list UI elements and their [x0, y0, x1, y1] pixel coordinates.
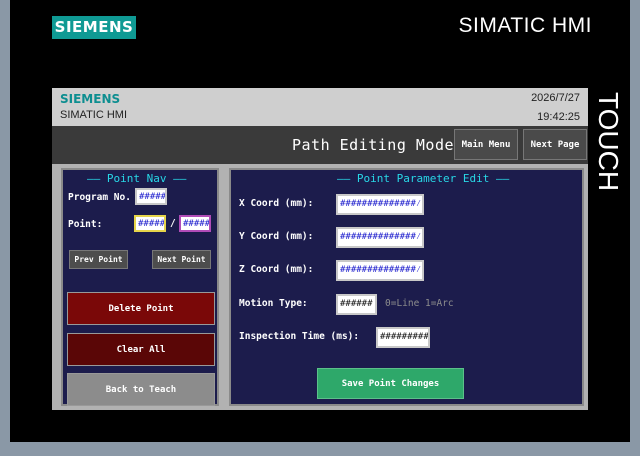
- main-menu-button[interactable]: Main Menu: [454, 129, 518, 160]
- header-product: SIMATIC HMI: [60, 109, 128, 121]
- point-nav-panel: —— Point Nav —— Program No. ##### Point:…: [61, 168, 219, 406]
- motion-type-label: Motion Type:: [239, 298, 308, 309]
- point-param-title: —— Point Parameter Edit ——: [337, 172, 510, 185]
- clear-all-button[interactable]: Clear All: [67, 333, 215, 366]
- back-to-teach-button[interactable]: Back to Teach: [67, 373, 215, 406]
- device-model-label: SIMATIC HMI: [458, 14, 592, 37]
- screen-header: SIEMENS SIMATIC HMI 2026/7/27 19:42:25: [52, 88, 588, 126]
- point-total-field[interactable]: #####: [179, 215, 211, 232]
- title-bar: Path Editing Mode Main Menu Next Page: [52, 126, 588, 164]
- point-separator: /: [170, 218, 176, 229]
- program-no-label: Program No.: [68, 192, 131, 203]
- x-coord-field[interactable]: ##############⁄: [336, 194, 424, 215]
- delete-point-button[interactable]: Delete Point: [67, 292, 215, 325]
- hmi-screen: SIEMENS SIMATIC HMI 2026/7/27 19:42:25 P…: [52, 88, 588, 410]
- y-coord-label: Y Coord (mm):: [239, 231, 314, 242]
- header-date: 2026/7/27: [531, 92, 580, 104]
- point-param-panel: —— Point Parameter Edit —— X Coord (mm):…: [229, 168, 584, 406]
- y-coord-field[interactable]: ##############⁄: [336, 227, 424, 248]
- inspection-time-label: Inspection Time (ms):: [239, 331, 360, 342]
- point-nav-title: —— Point Nav ——: [87, 172, 187, 185]
- next-point-button[interactable]: Next Point: [152, 250, 211, 269]
- point-label: Point:: [68, 219, 103, 230]
- save-point-changes-button[interactable]: Save Point Changes: [317, 368, 464, 399]
- header-time: 19:42:25: [537, 111, 580, 123]
- page-title: Path Editing Mode: [292, 136, 455, 154]
- device-frame-bottom: [0, 442, 640, 456]
- motion-type-field[interactable]: ######: [336, 294, 377, 315]
- x-coord-label: X Coord (mm):: [239, 198, 314, 209]
- prev-point-button[interactable]: Prev Point: [69, 250, 128, 269]
- point-index-field[interactable]: #####: [134, 215, 166, 232]
- inspection-time-field[interactable]: #########: [376, 327, 430, 348]
- siemens-logo: SIEMENS: [52, 16, 136, 39]
- next-page-button[interactable]: Next Page: [523, 129, 587, 160]
- z-coord-label: Z Coord (mm):: [239, 264, 314, 275]
- z-coord-field[interactable]: ##############⁄: [336, 260, 424, 281]
- header-brand: SIEMENS: [60, 92, 121, 106]
- touch-label: TOUCH: [593, 92, 624, 192]
- motion-type-hint: 0=Line 1=Arc: [385, 298, 454, 309]
- program-no-field[interactable]: #####: [135, 188, 167, 205]
